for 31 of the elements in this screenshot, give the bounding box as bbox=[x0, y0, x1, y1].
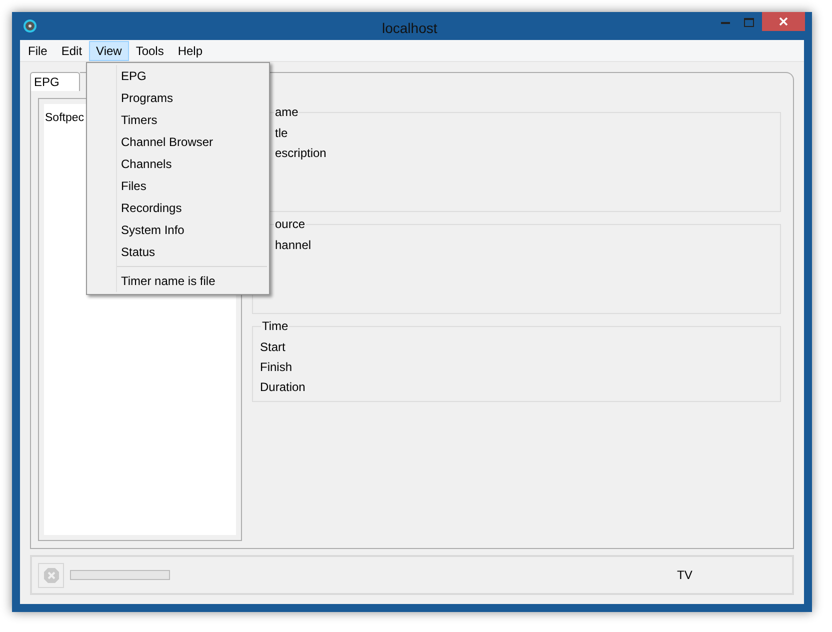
menu-entry[interactable]: Files bbox=[87, 175, 269, 197]
field-label: hannel bbox=[275, 237, 312, 254]
field-label: Duration bbox=[260, 379, 306, 396]
menu-item[interactable]: Edit bbox=[54, 40, 90, 60]
menu-entry[interactable]: Recordings bbox=[87, 197, 269, 219]
menu-entry[interactable]: Channel Browser bbox=[87, 131, 269, 153]
menu-item[interactable]: Tools bbox=[128, 40, 171, 60]
field-label: tle bbox=[275, 125, 289, 142]
menu-entry[interactable]: System Info bbox=[87, 219, 269, 241]
menu-item[interactable]: File bbox=[21, 40, 54, 60]
maximize-icon bbox=[744, 18, 754, 26]
field-label: Finish bbox=[260, 359, 294, 376]
window-title: localhost bbox=[382, 19, 438, 38]
menu-entry[interactable]: Timers bbox=[87, 109, 269, 131]
menu-item[interactable]: View bbox=[89, 40, 129, 60]
status-text: TV bbox=[677, 567, 692, 584]
stop-icon bbox=[42, 566, 60, 584]
close-button[interactable] bbox=[762, 12, 805, 31]
field-label: Start bbox=[260, 339, 286, 356]
menu-entry[interactable]: Timer name is file bbox=[87, 270, 269, 292]
menu-item[interactable]: Help bbox=[170, 40, 210, 60]
stop-button[interactable] bbox=[38, 562, 64, 588]
menu-entry[interactable]: EPG bbox=[87, 65, 269, 87]
tab[interactable]: EPG bbox=[30, 72, 80, 91]
minimize-icon bbox=[720, 20, 730, 24]
close-icon bbox=[779, 17, 788, 26]
disc-icon bbox=[23, 19, 37, 33]
field-label: escription bbox=[275, 145, 328, 162]
menu-entry[interactable]: Status bbox=[87, 241, 269, 263]
menu-entry[interactable]: Programs bbox=[87, 87, 269, 109]
menu-entry[interactable]: Channels bbox=[87, 153, 269, 175]
